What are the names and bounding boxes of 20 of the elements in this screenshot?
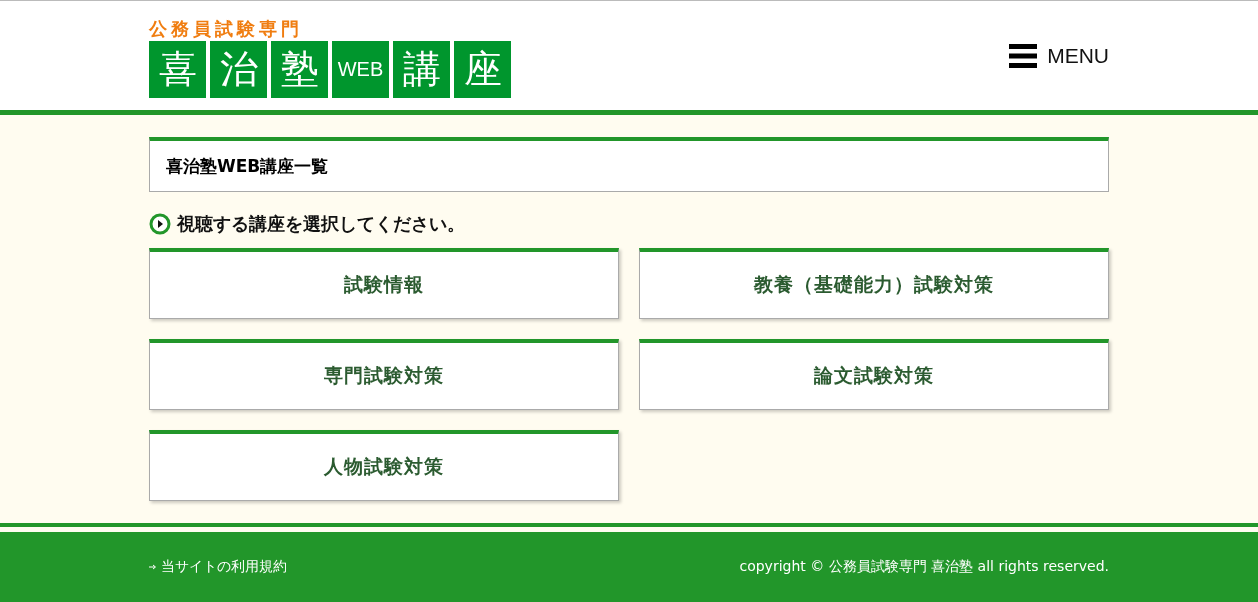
- arrow-icon: [149, 564, 157, 570]
- course-button[interactable]: 人物試験対策: [149, 430, 619, 501]
- menu-icon: [1009, 42, 1038, 69]
- logo-tile: 喜: [149, 41, 206, 98]
- logo-tile: 治: [210, 41, 267, 98]
- menu-button[interactable]: MENU: [1009, 42, 1109, 69]
- terms-link[interactable]: 当サイトの利用規約: [149, 558, 287, 576]
- course-button[interactable]: 専門試験対策: [149, 339, 619, 410]
- page-title: 喜治塾WEB講座一覧: [149, 137, 1109, 192]
- copyright-text: copyright © 公務員試験専門 喜治塾 all rights reserved.: [739, 558, 1109, 576]
- logo-tile: 座: [454, 41, 511, 98]
- play-circle-icon: [149, 213, 171, 235]
- course-button[interactable]: 教養（基礎能力）試験対策: [639, 248, 1109, 319]
- course-button[interactable]: 論文試験対策: [639, 339, 1109, 410]
- course-button[interactable]: 試験情報: [149, 248, 619, 319]
- logo-tile: WEB: [332, 41, 389, 98]
- logo-tile: 講: [393, 41, 450, 98]
- logo-tile: 塾: [271, 41, 328, 98]
- instruction-text: 視聴する講座を選択してください。: [177, 212, 465, 236]
- logo-tagline: 公務員試験専門: [149, 19, 304, 39]
